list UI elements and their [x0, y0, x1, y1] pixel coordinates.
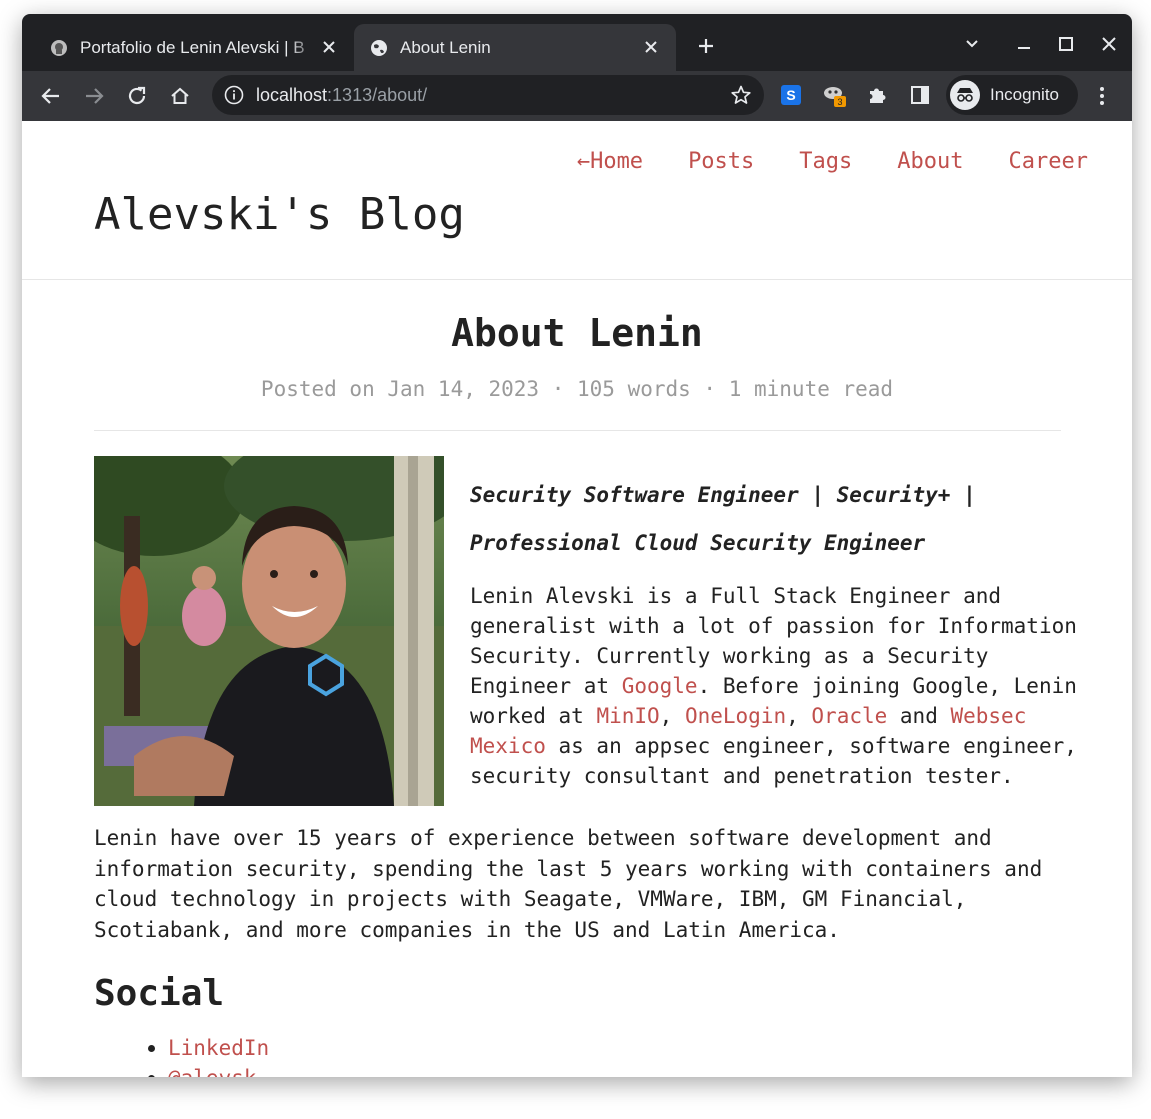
extensions-puzzle-icon[interactable]	[865, 83, 889, 107]
tab-strip: Portafolio de Lenin Alevski | B About Le…	[22, 14, 1132, 71]
blog-title[interactable]: Alevski's Blog	[94, 189, 465, 240]
link-linkedin[interactable]: LinkedIn	[168, 1036, 269, 1060]
home-icon[interactable]	[166, 82, 194, 110]
page-content: ←Home Posts Tags About Career Alevski's …	[22, 121, 1132, 1077]
url-text: localhost:1313/about/	[256, 85, 428, 105]
intro-block: Security Software Engineer | Security+ |…	[470, 471, 1080, 791]
post-divider	[94, 430, 1061, 431]
nav-posts[interactable]: Posts	[688, 149, 754, 174]
bookmark-star-icon[interactable]	[730, 84, 752, 106]
tab-portfolio[interactable]: Portafolio de Lenin Alevski | B	[22, 24, 354, 71]
post-meta: Posted on Jan 14, 2023 · 105 words · 1 m…	[260, 377, 894, 401]
experience-paragraph: Lenin have over 15 years of experience b…	[94, 826, 1043, 942]
bio-paragraph: Lenin Alevski is a Full Stack Engineer a…	[470, 584, 1077, 788]
link-twitter[interactable]: @alevsk	[168, 1066, 257, 1077]
new-tab-icon[interactable]	[694, 34, 718, 58]
forward-arrow-icon[interactable]	[80, 82, 108, 110]
link-google[interactable]: Google	[622, 674, 698, 698]
role-line: Security Software Engineer | Security+ |	[470, 483, 976, 507]
close-tab-icon[interactable]	[640, 36, 662, 58]
link-oracle[interactable]: Oracle	[811, 704, 887, 728]
browser-window: Portafolio de Lenin Alevski | B About Le…	[22, 14, 1132, 1077]
back-arrow-icon[interactable]	[37, 82, 65, 110]
browser-toolbar: localhost:1313/about/ S 3 Incognito	[22, 71, 1132, 121]
side-panel-icon[interactable]	[908, 83, 932, 107]
nav-tags[interactable]: Tags	[799, 149, 852, 174]
extension-badge: 3	[837, 97, 842, 107]
tab-title: About Lenin	[400, 37, 491, 57]
s-extension-icon[interactable]: S	[779, 83, 803, 107]
browser-menu-icon[interactable]	[1092, 83, 1112, 109]
reload-icon[interactable]	[123, 82, 151, 110]
extension-with-badge-icon[interactable]: 3	[822, 83, 846, 107]
nav-career[interactable]: Career	[1009, 149, 1088, 174]
nav-home[interactable]: ←Home	[577, 149, 643, 174]
social-list: LinkedIn @alevsk	[147, 1033, 269, 1077]
incognito-profile-button[interactable]: Incognito	[946, 75, 1078, 115]
close-window-icon[interactable]	[1097, 32, 1121, 56]
page-title: About Lenin	[451, 311, 703, 355]
tab-about[interactable]: About Lenin	[354, 24, 676, 71]
address-bar[interactable]: localhost:1313/about/	[212, 75, 764, 115]
list-item: LinkedIn	[147, 1033, 269, 1063]
header-divider	[22, 279, 1132, 280]
site-info-icon[interactable]	[224, 85, 244, 105]
tab-search-chevron-down-icon[interactable]	[960, 32, 984, 56]
link-minio[interactable]: MinIO	[596, 704, 659, 728]
site-nav: ←Home Posts Tags About Career	[577, 149, 1088, 174]
link-onelogin[interactable]: OneLogin	[685, 704, 786, 728]
profile-photo	[94, 456, 444, 806]
incognito-label: Incognito	[990, 85, 1059, 104]
nav-about[interactable]: About	[897, 149, 963, 174]
svg-text:S: S	[786, 87, 795, 103]
incognito-icon	[950, 80, 980, 110]
tab-title: Portafolio de Lenin Alevski | B	[80, 37, 305, 57]
minimize-icon[interactable]	[1012, 32, 1036, 56]
globe-icon	[370, 39, 388, 57]
list-item: @alevsk	[147, 1063, 269, 1077]
site-favicon-icon	[50, 39, 68, 57]
maximize-icon[interactable]	[1054, 32, 1078, 56]
role-line: Professional Cloud Security Engineer	[470, 531, 926, 555]
social-heading: Social	[94, 973, 225, 1014]
close-tab-icon[interactable]	[318, 36, 340, 58]
